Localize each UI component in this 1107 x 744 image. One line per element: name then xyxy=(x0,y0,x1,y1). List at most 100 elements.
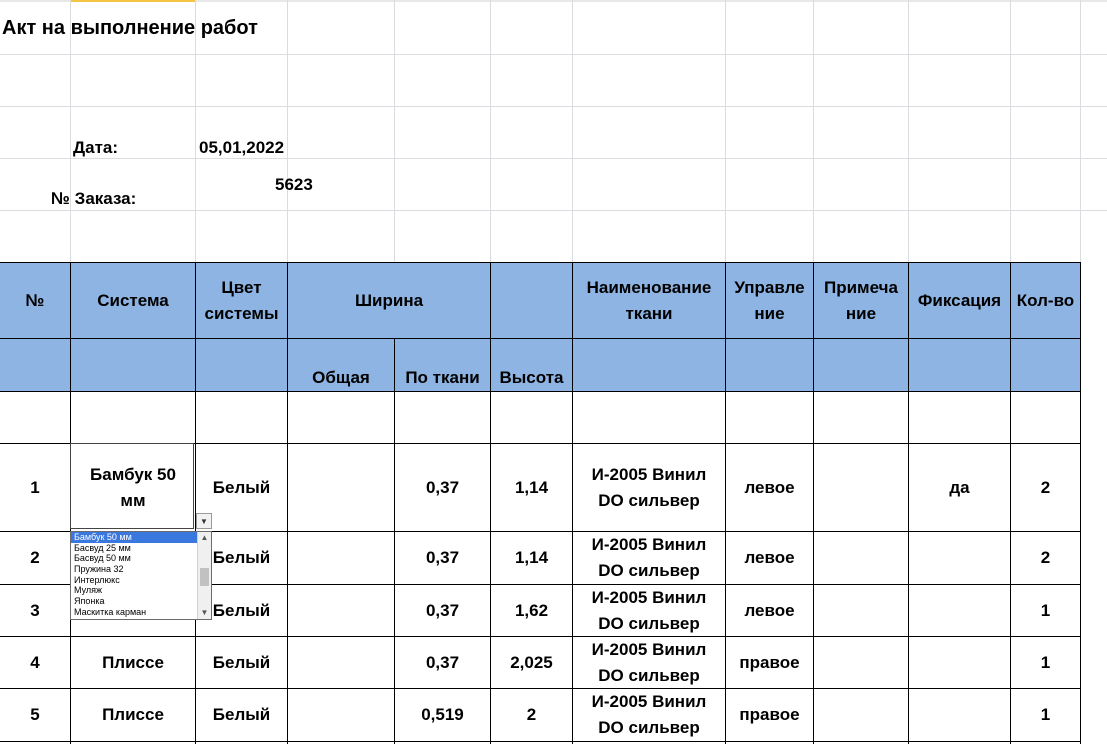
order-value[interactable]: 5623 xyxy=(275,175,313,195)
date-value[interactable]: 05,01,2022 xyxy=(199,138,284,158)
row-4-width-total[interactable] xyxy=(288,637,394,688)
row-1-fabric-line2: DO сильвер xyxy=(598,490,700,510)
gridline xyxy=(0,106,1107,107)
row-3-height[interactable]: 1,62 xyxy=(491,585,572,636)
row-5-fabric[interactable]: И-2005 Винил DO сильвер xyxy=(573,689,725,741)
dropdown-option[interactable]: Муляж xyxy=(71,585,198,596)
header-control-line2: ние xyxy=(754,303,785,323)
dropdown-toggle-button[interactable]: ▼ xyxy=(196,513,212,529)
row-2-control[interactable]: левое xyxy=(726,532,813,584)
row-1-fixation[interactable]: да xyxy=(909,444,1010,531)
row-5-width-total[interactable] xyxy=(288,689,394,741)
row-4-height[interactable]: 2,025 xyxy=(491,637,572,688)
row-1-fabric[interactable]: И-2005 Винил DO сильвер xyxy=(573,444,725,531)
row-1-fabric-line1: И-2005 Винил xyxy=(591,464,707,484)
row-3-num[interactable]: 3 xyxy=(0,585,70,636)
row-3-fixation[interactable] xyxy=(909,585,1010,636)
row-4-fabric-line1: И-2005 Винил xyxy=(591,639,707,659)
row-2-fabric-line2: DO сильвер xyxy=(598,561,700,580)
row-1-control[interactable]: левое xyxy=(726,444,813,531)
row-5-control[interactable]: правое xyxy=(726,689,813,741)
gridline xyxy=(0,54,1107,55)
row-5-fixation[interactable] xyxy=(909,689,1010,741)
row-3-control[interactable]: левое xyxy=(726,585,813,636)
header-note-line1: Примеча xyxy=(824,277,898,297)
dropdown-option[interactable]: Басвуд 50 мм xyxy=(71,553,198,564)
header-color[interactable]: Цвет системы xyxy=(196,263,287,338)
header-note[interactable]: Примеча ние xyxy=(814,263,908,338)
row-5-system[interactable]: Плиссе xyxy=(71,689,195,741)
selected-column-indicator xyxy=(70,0,195,2)
row-5-fabric-line1: И-2005 Винил xyxy=(591,692,707,711)
row-3-fabric-line1: И-2005 Винил xyxy=(591,587,707,607)
table-border xyxy=(0,741,1081,742)
header-fabric[interactable]: Наименование ткани xyxy=(573,263,725,338)
row-5-width-fabric[interactable]: 0,519 xyxy=(395,689,490,741)
row-2-note[interactable] xyxy=(814,532,908,584)
row-3-width-total[interactable] xyxy=(288,585,394,636)
row-4-fixation[interactable] xyxy=(909,637,1010,688)
row-1-width-fabric[interactable]: 0,37 xyxy=(395,444,490,531)
row-1-qty[interactable]: 2 xyxy=(1011,444,1080,531)
header-system[interactable]: Система xyxy=(71,263,195,338)
row-1-system[interactable]: Бамбук 50 мм xyxy=(71,444,195,531)
row-2-width-total[interactable] xyxy=(288,532,394,584)
header-qty[interactable]: Кол-во xyxy=(1011,263,1080,338)
row-1-height[interactable]: 1,14 xyxy=(491,444,572,531)
row-4-note[interactable] xyxy=(814,637,908,688)
row-3-width-fabric[interactable]: 0,37 xyxy=(395,585,490,636)
row-2-fabric[interactable]: И-2005 Винил DO сильвер xyxy=(573,532,725,584)
row-4-fabric[interactable]: И-2005 Винил DO сильвер xyxy=(573,637,725,688)
row-3-fabric[interactable]: И-2005 Винил DO сильвер xyxy=(573,585,725,636)
row-1-width-total[interactable] xyxy=(288,444,394,531)
header-fixation[interactable]: Фиксация xyxy=(909,263,1010,338)
header-note-line2: ние xyxy=(845,303,877,323)
row-2-qty[interactable]: 2 xyxy=(1011,532,1080,584)
dropdown-option[interactable]: Японка xyxy=(71,596,198,607)
gridline xyxy=(0,158,1107,159)
row-3-qty[interactable]: 1 xyxy=(1011,585,1080,636)
dropdown-option[interactable]: Басвуд 25 мм xyxy=(71,543,198,554)
scrollbar-thumb[interactable] xyxy=(200,568,209,586)
dropdown-option[interactable]: Пружина 32 xyxy=(71,564,198,575)
row-1-system-line2: мм xyxy=(120,490,146,510)
dropdown-scrollbar[interactable]: ▲ ▼ xyxy=(197,532,211,619)
row-4-control[interactable]: правое xyxy=(726,637,813,688)
row-5-num[interactable]: 5 xyxy=(0,689,70,741)
dropdown-option[interactable]: Маскитка карман xyxy=(71,607,198,618)
scroll-up-icon[interactable]: ▲ xyxy=(198,532,211,544)
row-1-num[interactable]: 1 xyxy=(0,444,70,531)
row-5-note[interactable] xyxy=(814,689,908,741)
row-5-color[interactable]: Белый xyxy=(196,689,287,741)
row-5-height[interactable]: 2 xyxy=(491,689,572,741)
row-2-height[interactable]: 1,14 xyxy=(491,532,572,584)
row-4-num[interactable]: 4 xyxy=(0,637,70,688)
header-fabric-line1: Наименование xyxy=(586,277,712,297)
header-height[interactable]: Высота xyxy=(491,339,572,392)
header-width-fabric[interactable]: По ткани xyxy=(395,339,490,392)
row-2-num[interactable]: 2 xyxy=(0,532,70,584)
row-4-width-fabric[interactable]: 0,37 xyxy=(395,637,490,688)
row-5-fabric-line2: DO сильвер xyxy=(598,718,700,737)
header-control[interactable]: Управле ние xyxy=(726,263,813,338)
row-5-qty[interactable]: 1 xyxy=(1011,689,1080,741)
dropdown-option[interactable]: Бамбук 50 мм xyxy=(71,532,198,543)
row-2-fixation[interactable] xyxy=(909,532,1010,584)
header-width[interactable]: Ширина xyxy=(288,263,490,338)
header-width-total[interactable]: Общая xyxy=(288,339,394,392)
row-2-width-fabric[interactable]: 0,37 xyxy=(395,532,490,584)
row-4-fabric-line2: DO сильвер xyxy=(598,665,700,685)
header-color-line2: системы xyxy=(204,303,279,323)
row-1-note[interactable] xyxy=(814,444,908,531)
row-4-color[interactable]: Белый xyxy=(196,637,287,688)
row-1-system-line1: Бамбук 50 xyxy=(90,464,176,484)
dropdown-option[interactable]: Интерлюкс xyxy=(71,575,198,586)
scroll-down-icon[interactable]: ▼ xyxy=(198,607,211,619)
row-4-qty[interactable]: 1 xyxy=(1011,637,1080,688)
row-4-system[interactable]: Плиссе xyxy=(71,637,195,688)
header-num[interactable]: № xyxy=(0,263,70,338)
row-3-note[interactable] xyxy=(814,585,908,636)
system-dropdown-list[interactable]: Бамбук 50 мм Басвуд 25 мм Басвуд 50 мм П… xyxy=(70,531,212,620)
date-label: Дата: xyxy=(73,138,119,157)
row-3-fabric-line2: DO сильвер xyxy=(598,613,700,633)
